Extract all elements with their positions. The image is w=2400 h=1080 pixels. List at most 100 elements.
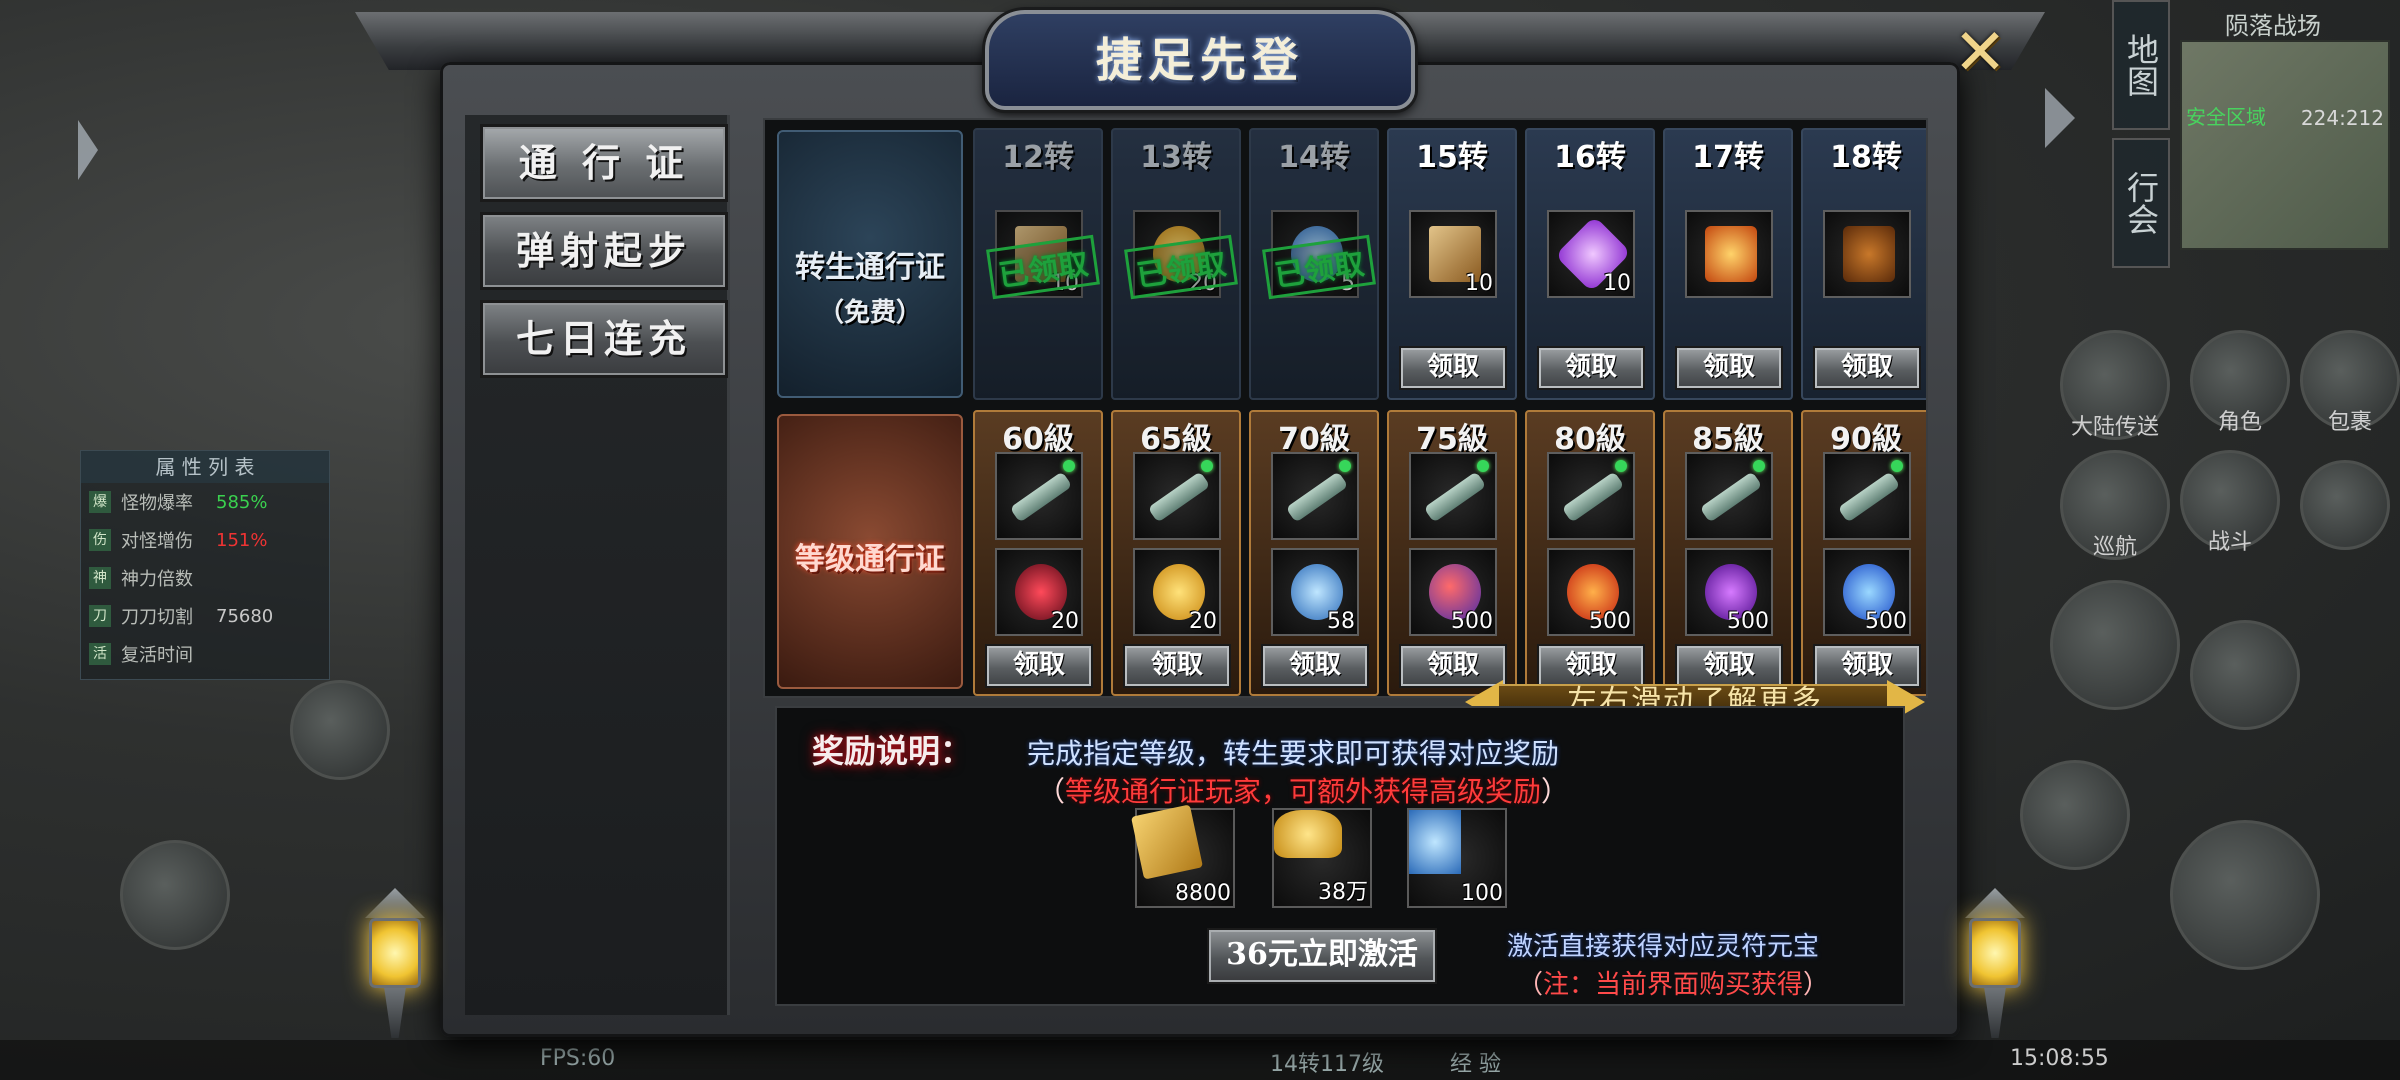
bonus-item-gold-ingot[interactable]: 38万	[1272, 808, 1372, 908]
reward-slot[interactable]: 20	[995, 548, 1083, 636]
claim-button[interactable]: 领取	[1675, 346, 1783, 390]
combat-button[interactable]: 战斗	[2180, 450, 2280, 555]
minimap[interactable]: 安全区域 224:212	[2180, 40, 2390, 250]
dragon-tablet-icon	[1843, 226, 1895, 282]
rewards-scroll-area[interactable]: 转生通行证 （免费） 等级通行证 12转 10 已领取 13转 20 已领取 1…	[763, 118, 1928, 698]
reward-slot[interactable]	[1133, 452, 1221, 540]
rebirth-pass-name: 转生通行证	[795, 250, 945, 285]
tab-launch-start[interactable]: 弹射起步	[480, 212, 728, 290]
drop-rate-icon: 爆	[89, 491, 111, 513]
rebirth-pass-free: （免费）	[817, 298, 922, 328]
cruise-button[interactable]: 巡航	[2060, 450, 2170, 560]
attribute-row: 活复活时间	[81, 635, 329, 673]
bonus-item-spirit[interactable]: 100	[1407, 808, 1507, 908]
cut-icon: 刀	[89, 605, 111, 627]
bonus-qty: 8800	[1175, 881, 1231, 906]
attribute-row: 神神力倍数	[81, 559, 329, 597]
level-pass-card[interactable]: 等级通行证	[777, 414, 963, 689]
claim-button[interactable]: 领取	[1123, 644, 1231, 688]
scroll-icon	[1147, 471, 1211, 523]
attribute-value: 585%	[216, 491, 268, 513]
minimap-title: 陨落战场	[2225, 12, 2321, 40]
level-reward-column: 90級 500 领取	[1801, 410, 1926, 696]
skill-slot-button[interactable]	[2190, 620, 2300, 730]
attack-button[interactable]	[2170, 820, 2320, 970]
reward-slot[interactable]: 10	[1547, 210, 1635, 298]
reward-slot[interactable]	[1271, 452, 1359, 540]
clock-label: 15:08:55	[2010, 1046, 2109, 1071]
left-expand-arrow-icon[interactable]	[78, 120, 98, 180]
reward-qty: 20	[1051, 609, 1079, 634]
status-dot-icon	[1063, 460, 1075, 472]
rebirth-reward-column: 15转 10 领取	[1387, 128, 1517, 400]
claim-button[interactable]: 领取	[1813, 346, 1921, 390]
talisman-cards-icon	[1131, 804, 1203, 880]
level-reward-column: 70級 58 领取	[1249, 410, 1379, 696]
scroll-icon	[1561, 471, 1625, 523]
map-tab[interactable]: 地图	[2112, 0, 2170, 130]
description-highlight: 等级通行证玩家，可额外获得高级奖励	[1065, 775, 1542, 808]
paren-close: ）	[1803, 970, 1830, 1000]
reward-slot[interactable]	[1685, 452, 1773, 540]
reward-slot[interactable]: 500	[1409, 548, 1497, 636]
status-dot-icon	[1201, 460, 1213, 472]
paren-open: （	[1517, 970, 1544, 1000]
reward-slot[interactable]: 500	[1823, 548, 1911, 636]
reward-slot[interactable]	[995, 452, 1083, 540]
reward-slot[interactable]	[1823, 452, 1911, 540]
scroll-icon	[1285, 471, 1349, 523]
reward-slot[interactable]: 5 已领取	[1262, 210, 1376, 300]
reward-qty: 500	[1451, 609, 1493, 634]
reward-qty: 500	[1727, 609, 1769, 634]
skill-slot-button[interactable]	[2050, 580, 2180, 710]
reward-slot[interactable]	[1409, 452, 1497, 540]
lantern-left-icon	[355, 888, 435, 1048]
level-reward-column: 75級 500 领取	[1387, 410, 1517, 696]
claim-button[interactable]: 领取	[985, 644, 1093, 688]
reward-slot[interactable]: 500	[1547, 548, 1635, 636]
scroll-icon	[1837, 471, 1901, 523]
character-button[interactable]: 角色	[2190, 330, 2290, 435]
reward-slot[interactable]: 10	[1409, 210, 1497, 298]
reward-description-panel: 奖励说明： 完成指定等级，转生要求即可获得对应奖励 （等级通行证玩家，可额外获得…	[775, 706, 1905, 1006]
guild-tab[interactable]: 行会	[2112, 138, 2170, 268]
rebirth-reward-column: 13转 20 已领取	[1111, 128, 1241, 400]
status-dot-icon	[1477, 460, 1489, 472]
reward-slot[interactable]: 20	[1133, 548, 1221, 636]
attribute-list-panel: 属 性 列 表 爆怪物爆率 585% 伤对怪增伤 151% 神神力倍数 刀刀刀切割 7…	[80, 450, 330, 680]
lantern-right-icon	[1955, 888, 2035, 1048]
game-screen: 陨落战场 地图 行会 安全区域 224:212 属 性 列 表 爆怪物爆率 585…	[0, 0, 2400, 1080]
attribute-row: 刀刀刀切割 75680	[81, 597, 329, 635]
status-dot-icon	[1891, 460, 1903, 472]
damage-icon: 伤	[89, 529, 111, 551]
walk-button[interactable]	[120, 840, 230, 950]
claim-button[interactable]: 领取	[1261, 644, 1369, 688]
reward-slot[interactable]: 10 已领取	[986, 210, 1100, 300]
revive-icon: 活	[89, 643, 111, 665]
tab-seven-day-recharge[interactable]: 七日连充	[480, 300, 728, 378]
expand-arrow-icon[interactable]	[2045, 88, 2075, 148]
close-button[interactable]: ✕	[1945, 20, 2015, 90]
claim-button[interactable]: 领取	[1537, 346, 1645, 390]
reward-slot[interactable]: 20 已领取	[1124, 210, 1238, 300]
activate-button[interactable]: 36元立即激活	[1207, 928, 1437, 984]
bonus-item-talisman[interactable]: 8800	[1131, 804, 1235, 908]
reward-slot[interactable]	[1547, 452, 1635, 540]
dialog-title-plate: 捷足先登	[985, 10, 1415, 110]
tab-pass[interactable]: 通 行 证	[480, 124, 728, 202]
attribute-list-title: 属 性 列 表	[81, 451, 329, 483]
fps-label: FPS:60	[540, 1046, 616, 1071]
skill-button[interactable]	[2300, 460, 2390, 550]
reward-slot[interactable]	[1685, 210, 1773, 298]
claim-button[interactable]: 领取	[1399, 346, 1507, 390]
inventory-button[interactable]: 包裹	[2300, 330, 2400, 435]
attribute-label: 对怪增伤	[121, 531, 193, 552]
teleport-button[interactable]: 大陆传送	[2060, 330, 2170, 440]
claimed-stamp: 已领取	[1262, 234, 1376, 300]
reward-slot[interactable]: 500	[1685, 548, 1773, 636]
level-reward-column: 65級 20 领取	[1111, 410, 1241, 696]
attribute-label: 复活时间	[121, 645, 193, 666]
bonus-qty: 100	[1461, 881, 1503, 906]
reward-slot[interactable]: 58	[1271, 548, 1359, 636]
reward-slot[interactable]	[1823, 210, 1911, 298]
